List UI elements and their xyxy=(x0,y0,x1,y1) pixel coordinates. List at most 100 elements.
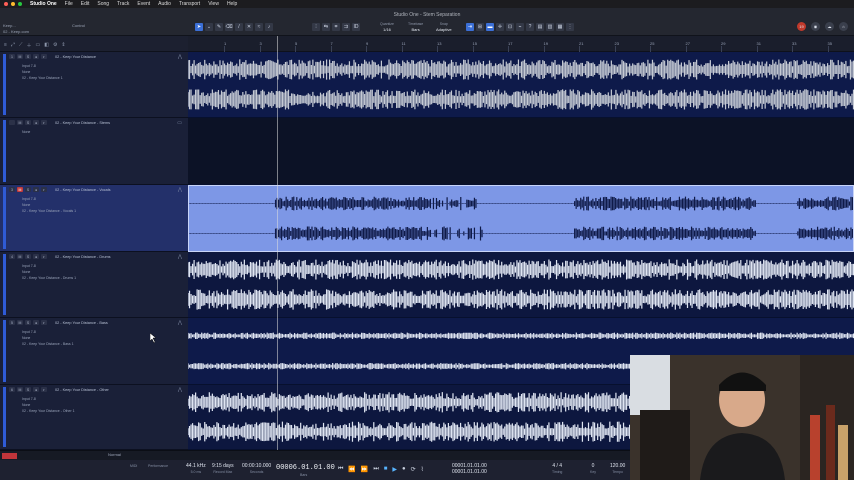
zoom-window-button[interactable] xyxy=(18,2,22,6)
menu-app-name[interactable]: Studio One xyxy=(30,0,57,8)
folder-icon[interactable]: ▭ xyxy=(177,120,182,126)
record-icon[interactable]: ● xyxy=(402,466,406,473)
range-tool-icon[interactable]: ⌄ xyxy=(205,23,213,31)
mute-button[interactable]: M xyxy=(17,120,23,125)
record-arm-button[interactable]: ● xyxy=(33,254,39,259)
solo-button[interactable]: S xyxy=(25,254,31,259)
track-lane[interactable] xyxy=(188,52,854,118)
track-header[interactable]: 6 M S ● ◐ 02 - Keep Your Distance - Othe… xyxy=(0,385,188,450)
monitor-button[interactable]: ◐ xyxy=(41,320,47,325)
monitor-button[interactable]: ◐ xyxy=(41,120,47,125)
song-info[interactable]: Keep... 02 - Keep.com xyxy=(3,23,29,35)
track-row[interactable]: 1 M S ● ◐ 02 - Keep Your Distance Input … xyxy=(0,52,854,118)
edit-mode[interactable]: Normal xyxy=(108,452,121,457)
track-name[interactable]: 02 - Keep Your Distance - Bass xyxy=(55,321,108,325)
time-signature[interactable]: 4 / 4 Timing xyxy=(552,463,562,475)
home-icon[interactable]: ⌂ xyxy=(839,22,848,31)
record-arm-button[interactable]: ● xyxy=(33,387,39,392)
automation-lane-icon[interactable]: ⋀ xyxy=(178,187,182,193)
record-panel-button[interactable] xyxy=(2,453,17,459)
mixer-grid-icon[interactable]: ▦ xyxy=(556,23,564,31)
punch-icon[interactable]: ⌇ xyxy=(421,466,424,473)
minimize-window-button[interactable] xyxy=(11,2,15,6)
track-color-strip[interactable] xyxy=(3,254,6,315)
track-name[interactable]: 02 - Keep Your Distance xyxy=(55,55,96,59)
record-arm-button[interactable]: ● xyxy=(33,120,39,125)
track-color-strip[interactable] xyxy=(3,387,6,447)
track-name[interactable]: 02 - Keep Your Distance - Drums xyxy=(55,255,111,259)
snap-toggle-icon[interactable]: ⇥ xyxy=(466,23,474,31)
forward-icon[interactable]: ⏩ xyxy=(361,466,368,473)
monitor-button[interactable]: ◐ xyxy=(41,254,47,259)
track-name[interactable]: 02 - Keep Your Distance - Other xyxy=(55,388,109,392)
play-icon[interactable]: ▶ xyxy=(392,466,397,473)
track-lane[interactable] xyxy=(188,185,854,252)
arrow-tool-icon[interactable]: ➤ xyxy=(195,23,203,31)
mute-tool-icon[interactable]: ✕ xyxy=(245,23,253,31)
browser-icon[interactable]: ▥ xyxy=(546,23,554,31)
track-color-strip[interactable] xyxy=(3,320,6,382)
track-lane[interactable] xyxy=(188,118,854,185)
expand-icon[interactable]: ⤢ xyxy=(11,42,15,49)
track-header[interactable]: 4 M S ● ◐ 02 - Keep Your Distance - Drum… xyxy=(0,252,188,318)
menu-help[interactable]: Help xyxy=(227,0,237,8)
track-output[interactable]: 02 - Keep Your Distance - Bass 1 xyxy=(22,341,74,347)
solo-button[interactable]: S xyxy=(25,187,31,192)
record-arm-button[interactable]: ● xyxy=(33,187,39,192)
split-tool-icon[interactable]: ✎ xyxy=(215,23,223,31)
add-track-icon[interactable]: ＋ xyxy=(26,42,31,49)
inspector-icon[interactable]: ▤ xyxy=(536,23,544,31)
automation-lane-icon[interactable]: ⋀ xyxy=(178,387,182,393)
grid-toggle-icon[interactable]: ⊞ xyxy=(476,23,484,31)
dimension-icon[interactable]: ID xyxy=(352,23,360,31)
track-settings-icon[interactable]: ⚙ xyxy=(53,42,57,49)
marker-icon[interactable]: ⌁ xyxy=(516,23,524,31)
seconds-display[interactable]: 00:00:10.000 Seconds xyxy=(242,463,271,475)
track-lane[interactable] xyxy=(188,252,854,318)
monitor-button[interactable]: ◐ xyxy=(41,187,47,192)
help-icon[interactable]: ? xyxy=(526,23,534,31)
loop-follow-icon[interactable]: ✛ xyxy=(496,23,504,31)
menu-song[interactable]: Song xyxy=(97,0,109,8)
mute-button[interactable]: M xyxy=(17,54,23,59)
track-header[interactable]: 5 M S ● ◐ 02 - Keep Your Distance - Bass… xyxy=(0,318,188,385)
follow-toggle-icon[interactable]: ▬ xyxy=(486,23,494,31)
close-window-button[interactable] xyxy=(4,2,8,6)
snap-tool-icon[interactable]: ⌗ xyxy=(332,23,340,31)
track-output[interactable]: 02 - Keep Your Distance - Vocals 1 xyxy=(22,208,76,214)
audio-bend-icon[interactable]: ⫶ xyxy=(312,23,320,31)
automation-lane-icon[interactable]: ⋀ xyxy=(178,54,182,60)
track-row[interactable]: 4 M S ● ◐ 02 - Keep Your Distance - Drum… xyxy=(0,252,854,318)
track-height-icon[interactable]: ⇕ xyxy=(61,42,65,49)
zoom-fit-icon[interactable]: ⊡ xyxy=(506,23,514,31)
automation-lane-icon[interactable]: ⋀ xyxy=(178,254,182,260)
audio-waveform[interactable] xyxy=(189,186,853,251)
menu-track[interactable]: Track xyxy=(117,0,129,8)
solo-button[interactable]: S xyxy=(25,120,31,125)
playhead[interactable] xyxy=(277,36,278,450)
audio-waveform[interactable] xyxy=(188,52,854,117)
menu-event[interactable]: Event xyxy=(137,0,150,8)
primary-time-display[interactable]: 00006.01.01.00 xyxy=(276,464,335,472)
cloud-icon[interactable]: ☁ xyxy=(825,22,834,31)
monitor-button[interactable]: ◐ xyxy=(41,54,47,59)
quantize-field[interactable]: Quantize 1/16 xyxy=(380,22,394,32)
track-name[interactable]: 02 - Keep Your Distance - Vocals xyxy=(55,188,111,192)
forward-end-icon[interactable]: ⏭ xyxy=(373,466,378,473)
mute-button[interactable]: M xyxy=(17,254,23,259)
account-icon[interactable]: ◉ xyxy=(811,22,820,31)
track-row[interactable]: M S ● ◐ 02 - Keep Your Distance - Stems … xyxy=(0,118,854,185)
ripple-icon[interactable]: ⇆ xyxy=(322,23,330,31)
track-color-strip[interactable] xyxy=(3,120,6,182)
track-header[interactable]: 1 M S ● ◐ 02 - Keep Your Distance Input … xyxy=(0,52,188,118)
track-output[interactable]: 02 - Keep Your Distance 1 xyxy=(22,75,63,81)
track-folder-icon[interactable]: ▭ xyxy=(35,42,40,49)
list-view-icon[interactable]: ≡ xyxy=(4,42,7,49)
track-output[interactable]: 02 - Keep Your Distance - Drums 1 xyxy=(22,275,76,281)
bend-tool-icon[interactable]: ≈ xyxy=(255,23,263,31)
eraser-tool-icon[interactable]: ⌫ xyxy=(225,23,233,31)
record-arm-button[interactable]: ● xyxy=(33,320,39,325)
track-header[interactable]: 3 M S ● ◐ 02 - Keep Your Distance - Voca… xyxy=(0,185,188,252)
autoscroll-icon[interactable]: ⇉ xyxy=(342,23,350,31)
track-header[interactable]: M S ● ◐ 02 - Keep Your Distance - Stems … xyxy=(0,118,188,185)
